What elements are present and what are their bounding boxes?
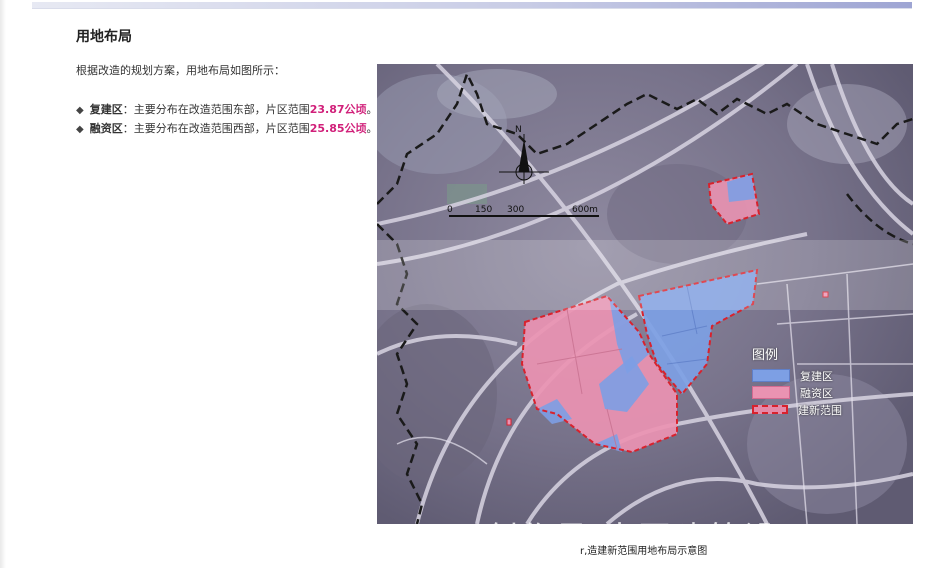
legend-title: 图例 xyxy=(752,348,779,363)
bullet-area-value: 23.87公顷 xyxy=(309,103,367,116)
bullet-term: 复建区 xyxy=(89,103,123,116)
legend-item-boundary: 建新范围 xyxy=(752,401,862,418)
bullet-area-value: 25.85公顷 xyxy=(309,122,367,135)
scale-label-150: 150 xyxy=(475,205,492,215)
scale-label-600m: 600m xyxy=(572,205,598,215)
map-caption: r,造建新范围用地布局示意图 xyxy=(580,546,708,557)
legend-label: 复建区 xyxy=(800,369,833,383)
legend-item-rebuild: 复建区 xyxy=(752,367,862,384)
legend-label: 融资区 xyxy=(800,386,833,400)
bullet-end: 。 xyxy=(366,122,378,135)
watermark-band xyxy=(0,240,935,310)
legend-swatch-pink xyxy=(752,386,790,399)
legend-swatch-dashed xyxy=(752,405,788,414)
bullet-term: 融资区 xyxy=(89,122,123,135)
bullet-end: 。 xyxy=(366,103,378,116)
legend-swatch-blue xyxy=(752,369,790,382)
north-label: N xyxy=(515,125,522,135)
legend-label: 建新范围 xyxy=(798,403,842,417)
scale-label-0: 0 xyxy=(447,205,453,215)
diamond-bullet-icon: ◆ xyxy=(76,105,84,116)
header-rule xyxy=(32,8,912,9)
intro-text: 根据改造的规划方案，用地布局如图所示： xyxy=(76,64,285,77)
bullet-rebuild-zone: ◆ 复建区：主要分布在改造范围东部，片区范围23.87公顷。 xyxy=(76,101,378,117)
bullet-financing-zone: ◆ 融资区：主要分布在改造范围西部，片区范围25.85公顷。 xyxy=(76,120,378,136)
bullet-text: ：主要分布在改造范围东部，片区范围 xyxy=(122,103,310,116)
legend-item-financing: 融资区 xyxy=(752,384,862,401)
diamond-bullet-icon: ◆ xyxy=(76,124,84,135)
scale-label-300: 300 xyxy=(507,205,524,215)
map-legend: 图例 复建区 融资区 建新范围 xyxy=(752,344,862,418)
section-title: 用地布局 xyxy=(76,29,132,45)
bullet-text: ：主要分布在改造范围西部，片区范围 xyxy=(122,122,310,135)
